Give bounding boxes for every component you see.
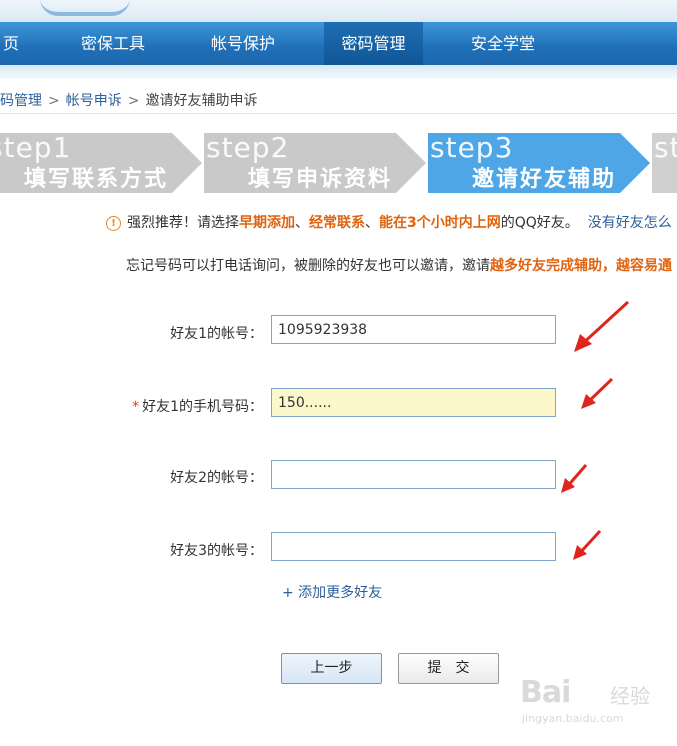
annotation-arrow-icon: [581, 377, 614, 409]
notice-highlight-frequent: 经常联系: [309, 215, 365, 231]
required-marker: *: [132, 399, 140, 415]
invite-tip: 忘记号码可以打电话询问，被删除的好友也可以邀请，邀请越多好友完成辅助，越容易通: [126, 255, 672, 275]
breadcrumb-password-management[interactable]: 码管理: [0, 93, 42, 109]
notice-highlight-online: 能在3个小时内上网: [379, 215, 501, 231]
breadcrumb-separator: >: [127, 93, 140, 109]
step-3-number: step3: [430, 131, 514, 164]
annotation-arrow-icon: [574, 300, 630, 352]
watermark-url: jingyan.baidu.com: [522, 712, 624, 725]
breadcrumb-current: 邀请好友辅助申诉: [145, 93, 258, 109]
warning-icon: !: [106, 216, 121, 231]
step-3-caption: 邀请好友辅助: [472, 167, 617, 192]
nav-item-password-management[interactable]: 密码管理: [324, 22, 423, 65]
friend1-phone-label: 好友1的手机号码：: [142, 399, 263, 415]
step-2-number: step2: [206, 131, 290, 164]
invite-tip-text: 忘记号码可以打电话询问，被删除的好友也可以邀请，邀请: [126, 258, 490, 274]
submit-button[interactable]: 提 交: [398, 653, 499, 684]
nav-item-home[interactable]: 页: [0, 22, 26, 65]
header-strip: [0, 0, 677, 22]
nav-item-account-protection[interactable]: 帐号保护: [190, 22, 296, 65]
friend1-account-input[interactable]: [271, 315, 556, 344]
step-4-number: ste: [654, 133, 677, 164]
nav-item-security-school[interactable]: 安全学堂: [450, 22, 556, 65]
sub-nav-bar: [0, 65, 677, 79]
friend3-account-input[interactable]: [271, 532, 556, 561]
notice-prefix: 强烈推荐！请选择: [127, 215, 239, 231]
main-nav: 页 密保工具 帐号保护 密码管理 安全学堂: [0, 22, 677, 65]
step-1-number: step1: [0, 131, 72, 164]
step-4: ste: [652, 133, 677, 193]
annotation-arrow-icon: [573, 529, 602, 560]
friend2-account-label: 好友2的帐号：: [170, 470, 263, 486]
friend1-phone-input[interactable]: [271, 388, 556, 417]
nav-item-security-tools[interactable]: 密保工具: [60, 22, 166, 65]
breadcrumb: 码管理 > 帐号申诉 > 邀请好友辅助申诉: [0, 90, 257, 110]
notice-highlight-early: 早期添加: [239, 215, 295, 231]
breadcrumb-account-appeal[interactable]: 帐号申诉: [66, 93, 122, 109]
logo: [40, 0, 130, 16]
annotation-arrow-icon: [561, 464, 588, 493]
notice-separator: 、: [365, 215, 379, 231]
previous-step-button[interactable]: 上一步: [281, 653, 382, 684]
watermark-brand: Bai: [520, 675, 571, 710]
step-2: step2 填写申诉资料: [204, 131, 426, 193]
step-3: step3 邀请好友辅助: [428, 131, 650, 193]
notice-separator: 、: [295, 215, 309, 231]
friend1-account-label: 好友1的帐号：: [170, 326, 263, 342]
step-2-caption: 填写申诉资料: [248, 167, 393, 192]
step-1: step1 填写联系方式: [0, 131, 202, 193]
breadcrumb-separator: >: [48, 93, 60, 109]
friend1-phone-label-row: * 好友1的手机号码：: [8, 396, 263, 416]
watermark: Bai 经验 jingyan.baidu.com: [520, 670, 670, 730]
no-friends-link[interactable]: 没有好友怎么: [588, 215, 672, 231]
watermark-sub: 经验: [610, 684, 650, 708]
notice-suffix: 的QQ好友。: [500, 215, 579, 231]
step-1-caption: 填写联系方式: [24, 167, 169, 192]
invite-tip-highlight: 越多好友完成辅助，越容易通: [490, 258, 672, 274]
friend2-account-input[interactable]: [271, 460, 556, 489]
add-more-friends-link[interactable]: + 添加更多好友: [282, 582, 382, 602]
divider: [0, 113, 677, 114]
friend3-account-label: 好友3的帐号：: [170, 543, 263, 559]
recommendation-notice: ! 强烈推荐！请选择早期添加、经常联系、能在3个小时内上网的QQ好友。 没有好友怎…: [106, 212, 672, 232]
